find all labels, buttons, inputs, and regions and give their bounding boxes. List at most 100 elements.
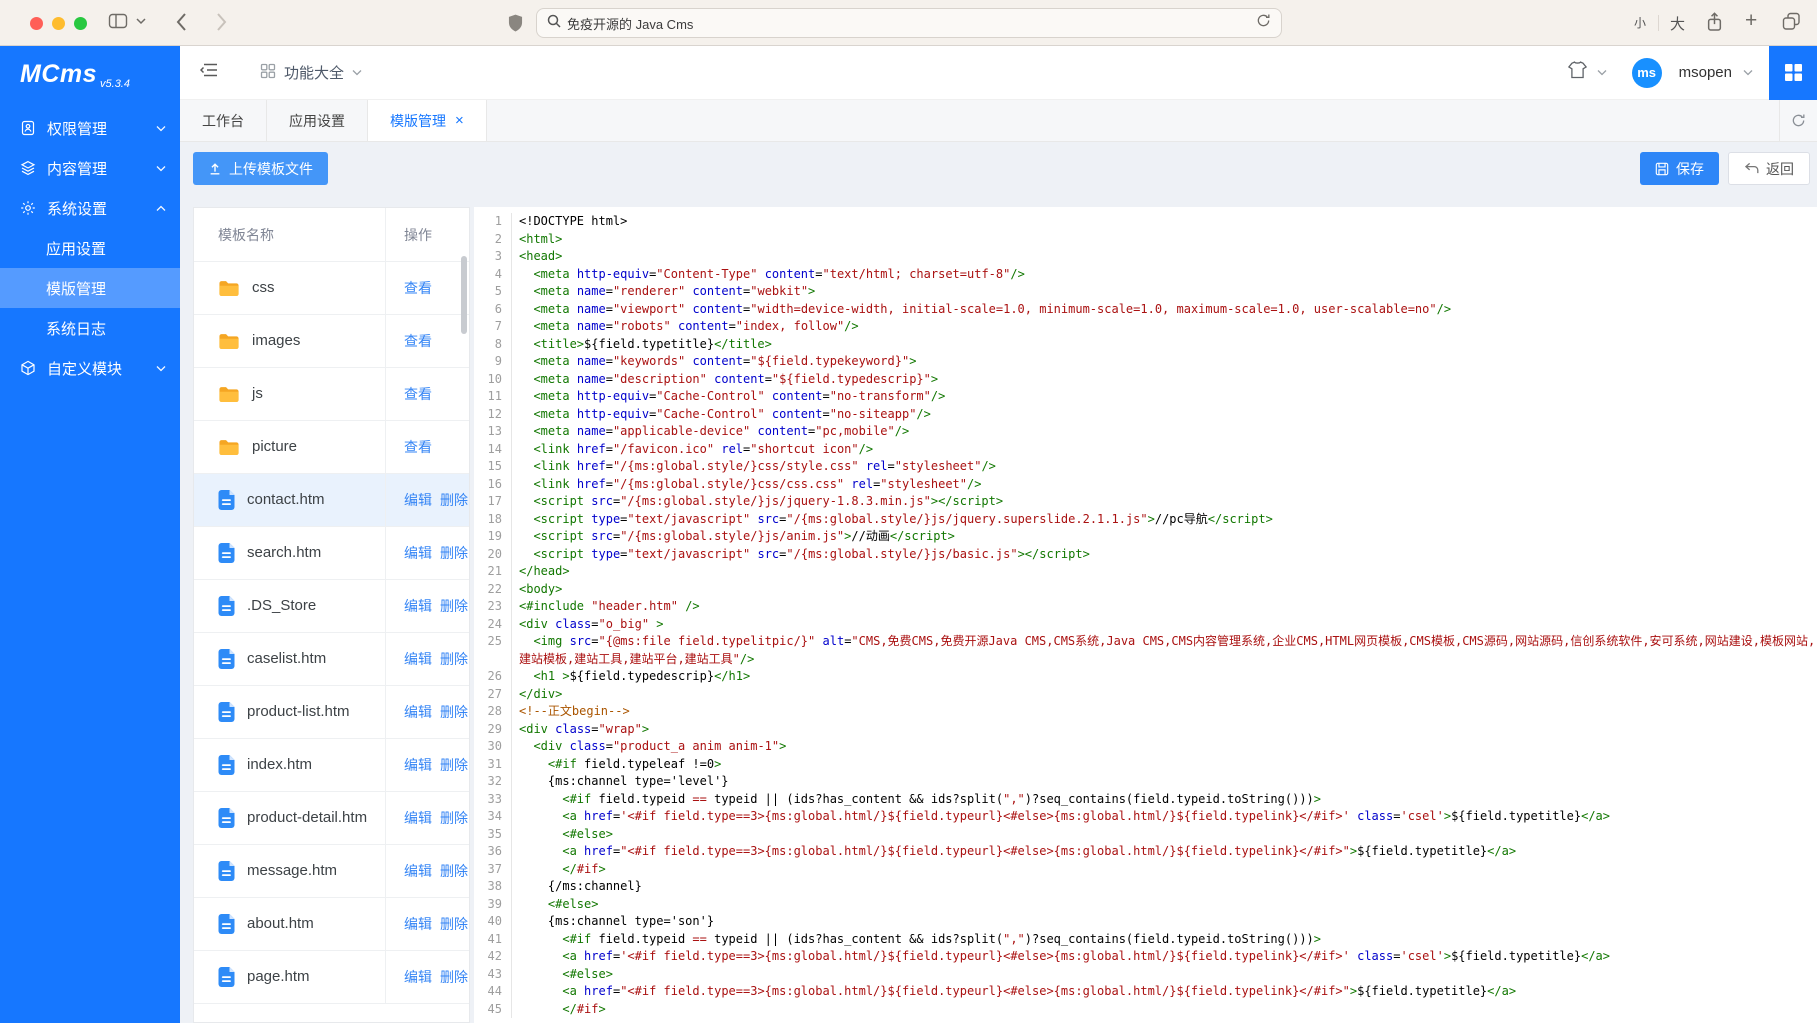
- delete-link[interactable]: 删除: [440, 755, 468, 775]
- apps-grid-button[interactable]: [1769, 46, 1817, 100]
- code-line: 19 <script src="/{ms:global.style/}js/an…: [474, 528, 1817, 546]
- edit-link[interactable]: 编辑: [404, 702, 432, 722]
- delete-link[interactable]: 删除: [440, 490, 468, 510]
- tab-app-settings[interactable]: 应用设置: [267, 100, 368, 141]
- file-name: css: [252, 278, 275, 298]
- edit-link[interactable]: 编辑: [404, 861, 432, 881]
- zoom-out-button[interactable]: 小: [1634, 14, 1646, 31]
- table-row[interactable]: picture 查看: [194, 421, 469, 474]
- chevron-down-icon[interactable]: [1597, 69, 1607, 76]
- line-number: 34: [474, 808, 512, 826]
- table-row[interactable]: search.htm 编辑删除: [194, 527, 469, 580]
- delete-link[interactable]: 删除: [440, 649, 468, 669]
- view-link[interactable]: 查看: [404, 278, 432, 298]
- theme-icon[interactable]: [1567, 61, 1588, 84]
- edit-link[interactable]: 编辑: [404, 543, 432, 563]
- file-icon: [218, 755, 235, 775]
- table-row[interactable]: css 查看: [194, 262, 469, 315]
- line-number: 21: [474, 563, 512, 581]
- code-line: 31 <#if field.typeleaf !=0>: [474, 756, 1817, 774]
- upload-template-button[interactable]: 上传模板文件: [193, 152, 328, 185]
- sidebar-subitem-system-log[interactable]: 系统日志: [0, 308, 180, 348]
- file-name: product-list.htm: [247, 702, 350, 722]
- privacy-shield-icon[interactable]: [508, 14, 523, 32]
- table-row[interactable]: product-detail.htm 编辑删除: [194, 792, 469, 845]
- sidebar-subitem-app-settings[interactable]: 应用设置: [0, 228, 180, 268]
- browser-sidebar-toggle-icon[interactable]: [108, 12, 128, 30]
- table-row[interactable]: about.htm 编辑删除: [194, 898, 469, 951]
- line-number: 19: [474, 528, 512, 546]
- delete-link[interactable]: 删除: [440, 702, 468, 722]
- table-row[interactable]: js 查看: [194, 368, 469, 421]
- window-zoom-button[interactable]: [74, 17, 87, 30]
- table-row[interactable]: product-list.htm 编辑删除: [194, 686, 469, 739]
- edit-link[interactable]: 编辑: [404, 490, 432, 510]
- tab-workbench[interactable]: 工作台: [180, 100, 267, 141]
- table-row[interactable]: message.htm 编辑删除: [194, 845, 469, 898]
- table-row[interactable]: page.htm 编辑删除: [194, 951, 469, 1004]
- delete-link[interactable]: 删除: [440, 808, 468, 828]
- save-button[interactable]: 保存: [1640, 152, 1719, 185]
- delete-link[interactable]: 删除: [440, 596, 468, 616]
- edit-link[interactable]: 编辑: [404, 596, 432, 616]
- sidebar-subitem-template-management[interactable]: 模版管理: [0, 268, 180, 308]
- table-header: 模板名称 操作: [194, 208, 469, 262]
- table-row[interactable]: contact.htm 编辑删除: [194, 474, 469, 527]
- new-tab-button[interactable]: +: [1745, 9, 1757, 33]
- delete-link[interactable]: 删除: [440, 914, 468, 934]
- share-icon[interactable]: [1706, 12, 1723, 32]
- edit-link[interactable]: 编辑: [404, 755, 432, 775]
- sidebar-item-system-settings[interactable]: 系统设置: [0, 188, 180, 228]
- function-menu[interactable]: 功能大全: [260, 62, 362, 83]
- edit-link[interactable]: 编辑: [404, 914, 432, 934]
- top-navbar: 功能大全 ms msopen: [180, 46, 1817, 100]
- window-close-button[interactable]: [30, 17, 43, 30]
- view-link[interactable]: 查看: [404, 384, 432, 404]
- sidebar-item-custom-modules[interactable]: 自定义模块: [0, 348, 180, 388]
- table-row[interactable]: .DS_Store 编辑删除: [194, 580, 469, 633]
- address-bar[interactable]: 免疫开源的 Java Cms: [536, 8, 1282, 38]
- sidebar-collapse-icon[interactable]: [200, 62, 218, 83]
- delete-link[interactable]: 删除: [440, 967, 468, 987]
- toolbar: 上传模板文件 保存 返回: [193, 152, 1810, 185]
- forward-icon[interactable]: [216, 12, 227, 32]
- edit-link[interactable]: 编辑: [404, 808, 432, 828]
- table-row[interactable]: images 查看: [194, 315, 469, 368]
- reload-icon[interactable]: [1256, 13, 1271, 33]
- back-button[interactable]: 返回: [1728, 152, 1810, 185]
- table-row[interactable]: index.htm 编辑删除: [194, 739, 469, 792]
- code-line: 43 <#else>: [474, 966, 1817, 984]
- line-number: 2: [474, 231, 512, 249]
- sidebar-item-permissions[interactable]: 权限管理: [0, 108, 180, 148]
- delete-link[interactable]: 删除: [440, 543, 468, 563]
- sidebar-item-content[interactable]: 内容管理: [0, 148, 180, 188]
- chevron-down-icon[interactable]: [136, 17, 146, 25]
- chevron-up-icon: [156, 205, 166, 212]
- view-link[interactable]: 查看: [404, 437, 432, 457]
- chevron-down-icon[interactable]: [1743, 69, 1753, 76]
- line-number: 25: [474, 633, 512, 668]
- back-icon[interactable]: [176, 12, 187, 32]
- window-minimize-button[interactable]: [52, 17, 65, 30]
- code-line: 33 <#if field.typeid == typeid || (ids?h…: [474, 791, 1817, 809]
- table-row[interactable]: caselist.htm 编辑删除: [194, 633, 469, 686]
- upload-icon: [208, 162, 222, 176]
- tab-overview-icon[interactable]: [1782, 12, 1801, 31]
- edit-link[interactable]: 编辑: [404, 649, 432, 669]
- template-file-panel: 模板名称 操作 css 查看 images 查看 js 查看: [193, 207, 470, 1023]
- table-scrollbar[interactable]: [461, 256, 467, 334]
- file-name: images: [252, 331, 300, 351]
- code-editor[interactable]: 1 <!DOCTYPE html> 2 <html> 3 <head> 4 <m…: [474, 207, 1817, 1023]
- view-link[interactable]: 查看: [404, 331, 432, 351]
- line-number: 20: [474, 546, 512, 564]
- delete-link[interactable]: 删除: [440, 861, 468, 881]
- line-number: 18: [474, 511, 512, 529]
- tab-template-management[interactable]: 模版管理 ×: [368, 100, 487, 141]
- edit-link[interactable]: 编辑: [404, 967, 432, 987]
- close-icon[interactable]: ×: [455, 112, 464, 129]
- zoom-in-button[interactable]: 大: [1670, 13, 1685, 34]
- file-name: product-detail.htm: [247, 808, 367, 828]
- refresh-tab-button[interactable]: [1779, 100, 1817, 141]
- code-line: 41 <#if field.typeid == typeid || (ids?h…: [474, 931, 1817, 949]
- user-avatar[interactable]: ms: [1632, 58, 1662, 88]
